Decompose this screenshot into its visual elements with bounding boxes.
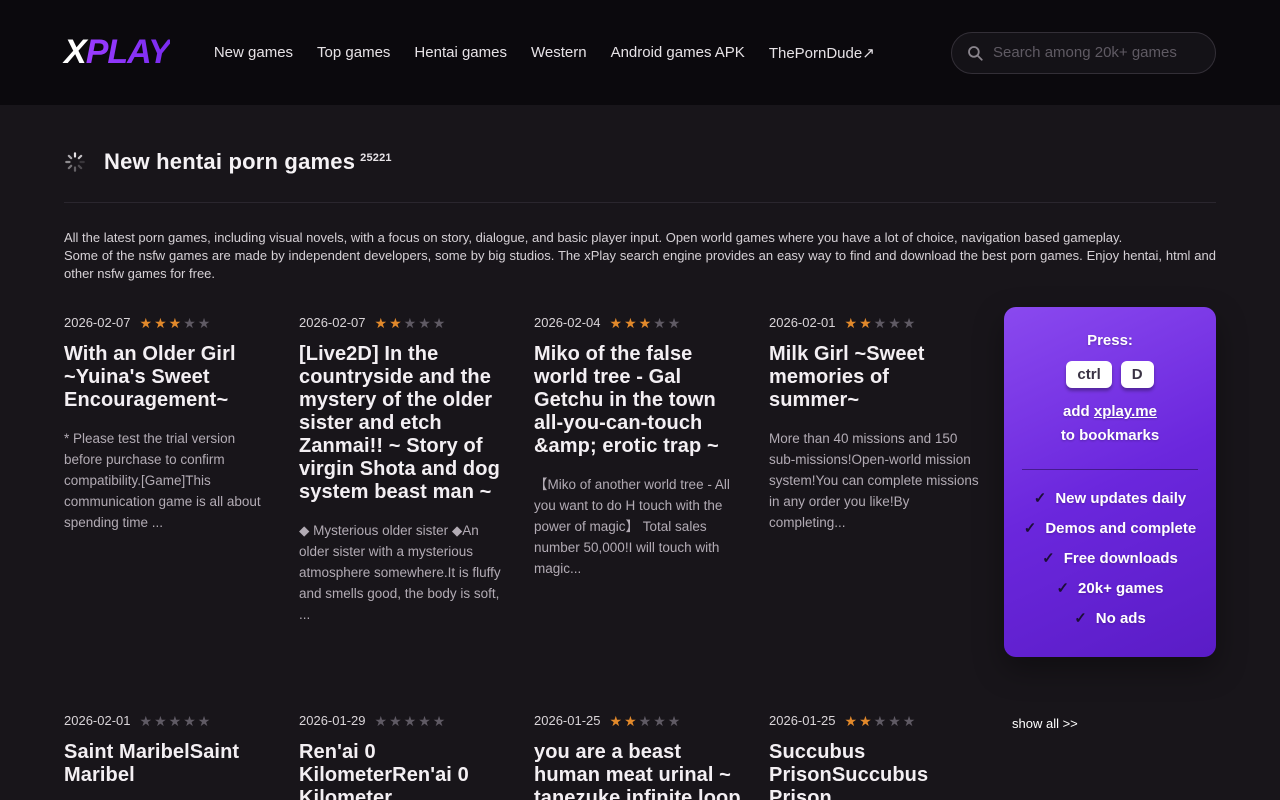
main-content: New hentai porn games25221 All the lates… <box>0 149 1280 800</box>
games-count-badge: 25221 <box>360 152 392 164</box>
card-meta: 2026-02-07 ★★★★★ <box>299 315 511 330</box>
release-date: 2026-02-01 <box>769 315 836 330</box>
release-date: 2026-01-25 <box>769 713 836 728</box>
release-date: 2026-01-25 <box>534 713 601 728</box>
game-card: 2026-01-25 ★★★★★ you are a beast human m… <box>534 713 746 800</box>
game-card: 2026-02-01 ★★★★★ Milk Girl ~Sweet memori… <box>769 315 981 533</box>
game-title-link[interactable]: Saint MaribelSaint Maribel <box>64 741 276 787</box>
nav-android-games-apk[interactable]: Android games APK <box>611 44 745 61</box>
release-date: 2026-02-07 <box>299 315 366 330</box>
nav-hentai-games[interactable]: Hentai games <box>414 44 507 61</box>
release-date: 2026-02-07 <box>64 315 131 330</box>
check-icon: ✓ <box>1074 610 1087 627</box>
game-title-link[interactable]: [Live2D] In the countryside and the myst… <box>299 343 511 504</box>
check-icon: ✓ <box>1056 580 1069 597</box>
nav-western[interactable]: Western <box>531 44 587 61</box>
header: XPLAY New games Top games Hentai games W… <box>0 0 1280 105</box>
star-rating[interactable]: ★★★★★ <box>845 316 918 330</box>
card-meta: 2026-02-01 ★★★★★ <box>769 315 981 330</box>
search-icon <box>966 44 984 62</box>
card-meta: 2026-02-04 ★★★★★ <box>534 315 746 330</box>
nav-theporndude[interactable]: ThePornDude↗ <box>769 44 875 62</box>
release-date: 2026-02-01 <box>64 713 131 728</box>
game-title-link[interactable]: Milk Girl ~Sweet memories of summer~ <box>769 343 981 412</box>
intro-text: All the latest porn games, including vis… <box>64 229 1216 283</box>
feature-item: ✓20k+ games <box>1018 579 1202 597</box>
key-combo: ctrl D <box>1018 361 1202 388</box>
logo-x: X <box>64 33 86 71</box>
search-input[interactable] <box>993 44 1201 61</box>
add-bookmark-line: add xplay.me <box>1018 403 1202 420</box>
game-title-link[interactable]: Ren'ai 0 KilometerRen'ai 0 Kilometer <box>299 741 511 800</box>
promo-divider <box>1022 469 1198 470</box>
show-all-link[interactable]: show all >> <box>1012 716 1078 731</box>
check-icon: ✓ <box>1024 520 1037 537</box>
game-title-link[interactable]: Succubus PrisonSuccubus Prison <box>769 741 981 800</box>
search-bar[interactable] <box>951 32 1216 74</box>
game-title-link[interactable]: Miko of the false world tree - Gal Getch… <box>534 343 746 458</box>
release-date: 2026-02-04 <box>534 315 601 330</box>
game-description: More than 40 missions and 150 sub-missio… <box>769 428 981 533</box>
intro-paragraph-1: All the latest porn games, including vis… <box>64 229 1216 247</box>
star-rating[interactable]: ★★★★★ <box>140 714 213 728</box>
star-rating[interactable]: ★★★★★ <box>845 714 918 728</box>
nav-top-games[interactable]: Top games <box>317 44 390 61</box>
nav-new-games[interactable]: New games <box>214 44 293 61</box>
xplay-me-link[interactable]: xplay.me <box>1094 403 1157 420</box>
feature-list: ✓New updates daily ✓Demos and complete ✓… <box>1018 489 1202 627</box>
bookmark-promo-box: Press: ctrl D add xplay.me to bookmarks … <box>1004 307 1216 657</box>
star-rating[interactable]: ★★★★★ <box>610 714 683 728</box>
ctrl-key: ctrl <box>1066 361 1111 388</box>
game-title-link[interactable]: you are a beast human meat urinal ~ tane… <box>534 741 746 800</box>
game-card: 2026-01-29 ★★★★★ Ren'ai 0 KilometerRen'a… <box>299 713 511 800</box>
star-rating[interactable]: ★★★★★ <box>375 714 448 728</box>
feature-item: ✓Demos and complete <box>1018 519 1202 537</box>
feature-item: ✓Free downloads <box>1018 549 1202 567</box>
show-all-cell: show all >> <box>1004 713 1216 733</box>
check-icon: ✓ <box>1034 490 1047 507</box>
game-card: 2026-02-07 ★★★★★ [Live2D] In the country… <box>299 315 511 625</box>
game-description: 【Miko of another world tree - All you wa… <box>534 474 746 579</box>
star-rating[interactable]: ★★★★★ <box>375 316 448 330</box>
game-description: ◆ Mysterious older sister ◆An older sist… <box>299 520 511 625</box>
check-icon: ✓ <box>1042 550 1055 567</box>
xplay-logo[interactable]: XPLAY <box>64 33 170 72</box>
d-key: D <box>1121 361 1154 388</box>
game-card: 2026-02-07 ★★★★★ With an Older Girl ~Yui… <box>64 315 276 533</box>
card-meta: 2026-01-29 ★★★★★ <box>299 713 511 728</box>
games-grid: 2026-02-07 ★★★★★ With an Older Girl ~Yui… <box>64 315 1216 800</box>
game-title-link[interactable]: With an Older Girl ~Yuina's Sweet Encour… <box>64 343 276 412</box>
card-meta: 2026-02-01 ★★★★★ <box>64 713 276 728</box>
card-meta: 2026-01-25 ★★★★★ <box>769 713 981 728</box>
title-divider <box>64 202 1216 203</box>
release-date: 2026-01-29 <box>299 713 366 728</box>
game-description: * Please test the trial version before p… <box>64 428 276 533</box>
card-meta: 2026-01-25 ★★★★★ <box>534 713 746 728</box>
game-card: 2026-02-04 ★★★★★ Miko of the false world… <box>534 315 746 579</box>
star-rating[interactable]: ★★★★★ <box>140 316 213 330</box>
logo-play: PLAY <box>86 33 170 71</box>
page-title: New hentai porn games25221 <box>104 149 392 175</box>
press-label: Press: <box>1018 332 1202 349</box>
game-card: 2026-01-25 ★★★★★ Succubus PrisonSuccubus… <box>769 713 981 800</box>
main-nav: New games Top games Hentai games Western… <box>214 44 875 62</box>
feature-item: ✓New updates daily <box>1018 489 1202 507</box>
star-rating[interactable]: ★★★★★ <box>610 316 683 330</box>
to-bookmarks-label: to bookmarks <box>1018 427 1202 444</box>
spinner-icon <box>64 151 86 173</box>
page-title-row: New hentai porn games25221 <box>64 149 1216 175</box>
feature-item: ✓No ads <box>1018 609 1202 627</box>
intro-paragraph-2: Some of the nsfw games are made by indep… <box>64 247 1216 283</box>
game-card: 2026-02-01 ★★★★★ Saint MaribelSaint Mari… <box>64 713 276 800</box>
card-meta: 2026-02-07 ★★★★★ <box>64 315 276 330</box>
